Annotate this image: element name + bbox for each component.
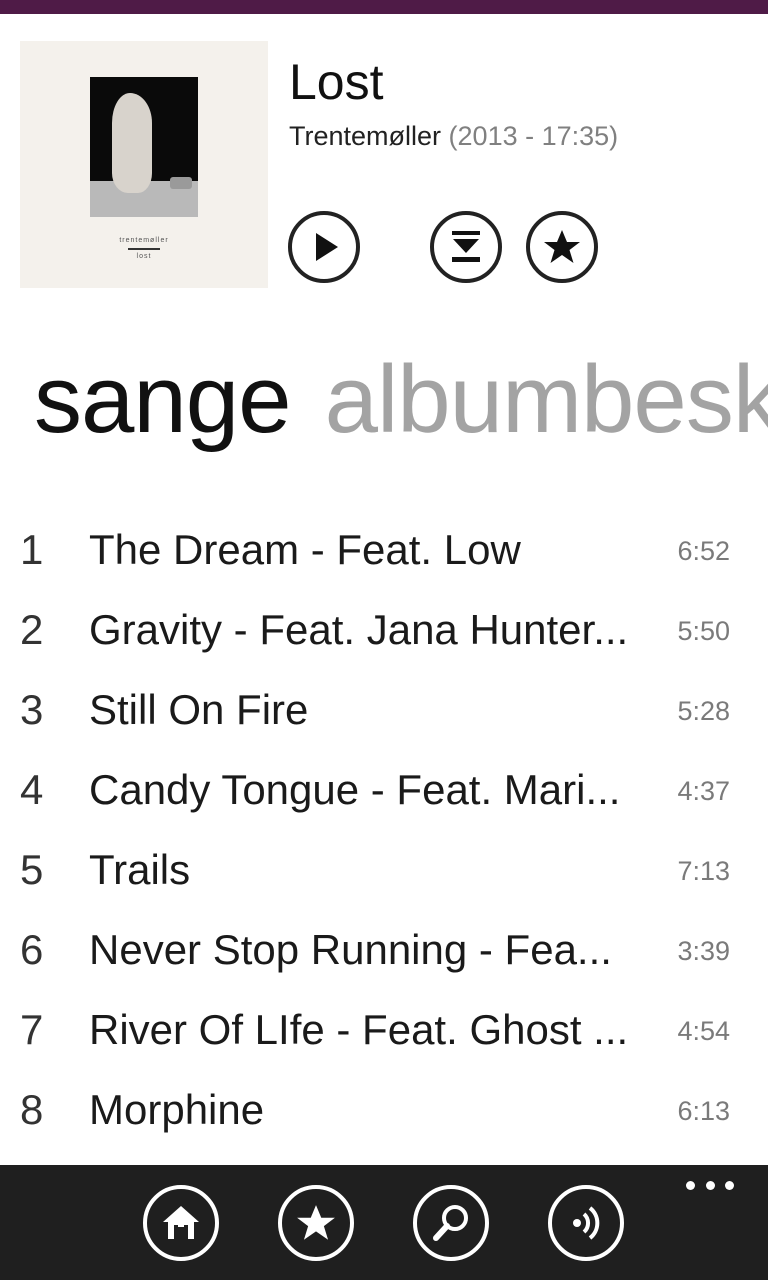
- track-number: 8: [20, 1086, 44, 1133]
- track-row[interactable]: 1 The Dream - Feat. Low 6:52: [0, 510, 768, 590]
- search-button[interactable]: [413, 1185, 489, 1261]
- track-number: 1: [20, 526, 44, 573]
- album-meta: (2013 - 17:35): [448, 121, 619, 151]
- star-icon: [544, 230, 580, 263]
- track-duration: 4:37: [677, 776, 730, 806]
- play-button[interactable]: [288, 211, 360, 283]
- track-number: 6: [20, 926, 44, 973]
- more-icon[interactable]: [686, 1175, 734, 1195]
- home-icon: [163, 1206, 199, 1239]
- track-number: 4: [20, 766, 44, 813]
- track-title: Trails: [89, 846, 191, 893]
- track-number: 5: [20, 846, 44, 893]
- track-title: Never Stop Running - Fea...: [89, 926, 612, 973]
- track-number: 7: [20, 1006, 44, 1053]
- album-title: Lost: [289, 54, 384, 110]
- download-icon: [452, 231, 480, 262]
- cover-artist-text: trentemøller: [119, 237, 169, 244]
- pivot-header: sange albumbesk: [34, 345, 768, 455]
- album-subtitle: Trentemøller (2013 - 17:35): [289, 118, 618, 154]
- track-number: 3: [20, 686, 44, 733]
- cover-photo: [90, 77, 198, 217]
- track-title: Candy Tongue - Feat. Mari...: [89, 766, 621, 813]
- play-icon: [316, 233, 338, 261]
- track-row[interactable]: 2 Gravity - Feat. Jana Hunter... 5:50: [0, 590, 768, 670]
- star-icon: [297, 1205, 335, 1240]
- pivot-item-albumbesk[interactable]: albumbesk: [325, 346, 768, 453]
- track-title: Still On Fire: [89, 686, 309, 733]
- search-icon: [433, 1205, 468, 1241]
- track-title: River Of LIfe - Feat. Ghost ...: [89, 1006, 629, 1053]
- track-row[interactable]: 7 River Of LIfe - Feat. Ghost ... 4:54: [0, 990, 768, 1070]
- play-to-button[interactable]: [548, 1185, 624, 1261]
- track-row[interactable]: 6 Never Stop Running - Fea... 3:39: [0, 910, 768, 990]
- status-bar: [0, 0, 768, 14]
- track-duration: 4:54: [677, 1016, 730, 1046]
- play-to-icon: [573, 1206, 600, 1240]
- track-row[interactable]: 8 Morphine 6:13: [0, 1070, 768, 1150]
- track-duration: 3:39: [677, 936, 730, 966]
- track-list: 1 The Dream - Feat. Low 6:52 2 Gravity -…: [0, 510, 768, 1150]
- download-button[interactable]: [430, 211, 502, 283]
- track-row[interactable]: 5 Trails 7:13: [0, 830, 768, 910]
- album-cover: trentemøller lost: [20, 41, 268, 288]
- track-duration: 6:52: [677, 536, 730, 566]
- track-duration: 5:50: [677, 616, 730, 646]
- track-duration: 5:28: [677, 696, 730, 726]
- track-number: 2: [20, 606, 44, 653]
- track-title: Morphine: [89, 1086, 265, 1133]
- track-duration: 6:13: [677, 1096, 730, 1126]
- track-row[interactable]: 4 Candy Tongue - Feat. Mari... 4:37: [0, 750, 768, 830]
- track-duration: 7:13: [677, 856, 730, 886]
- favorite-button[interactable]: [526, 211, 598, 283]
- track-title: The Dream - Feat. Low: [89, 526, 521, 573]
- pivot-item-sange[interactable]: sange: [34, 346, 292, 453]
- home-button[interactable]: [143, 1185, 219, 1261]
- favorites-button[interactable]: [278, 1185, 354, 1261]
- app-bar: [0, 1165, 768, 1280]
- album-artist[interactable]: Trentemøller: [289, 121, 441, 151]
- cover-title-text: lost: [136, 253, 152, 260]
- track-row[interactable]: 3 Still On Fire 5:28: [0, 670, 768, 750]
- track-title: Gravity - Feat. Jana Hunter...: [89, 606, 629, 653]
